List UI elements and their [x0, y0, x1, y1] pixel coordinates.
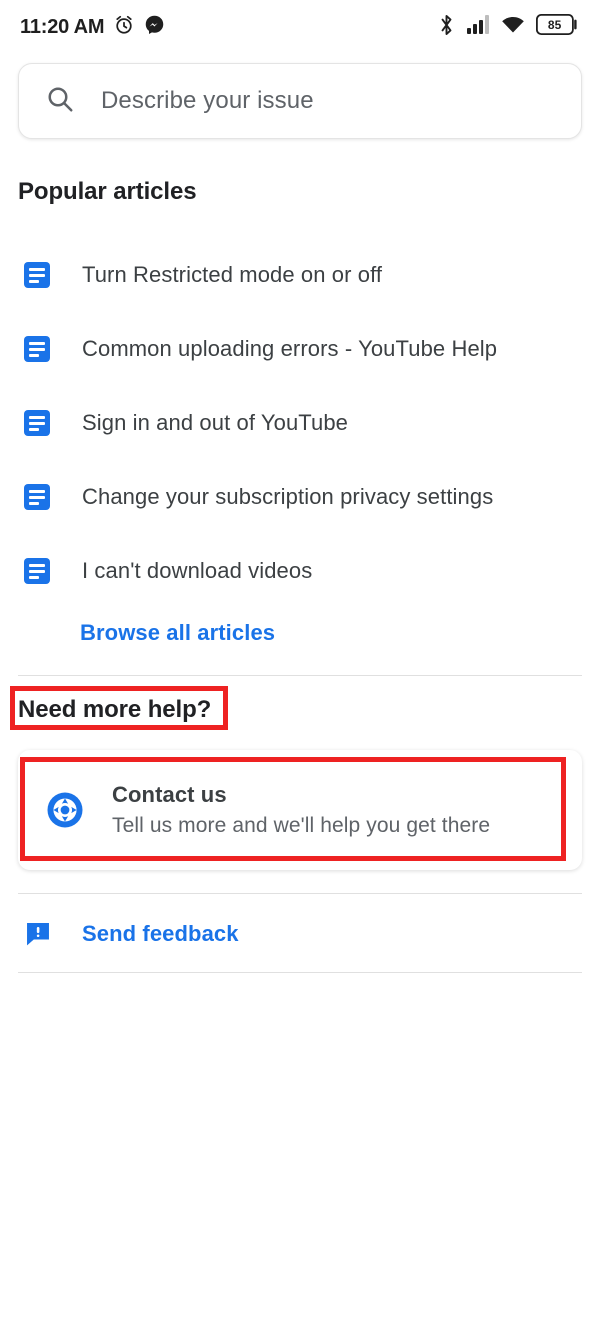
send-feedback-row[interactable]: Send feedback — [24, 910, 239, 958]
article-icon — [24, 336, 50, 362]
status-bar: 11:20 AM 85 — [0, 0, 600, 54]
wifi-icon — [501, 15, 525, 39]
search-placeholder-text: Describe your issue — [101, 87, 314, 114]
article-row[interactable]: Common uploading errors - YouTube Help — [0, 312, 600, 386]
article-row[interactable]: Sign in and out of YouTube — [0, 386, 600, 460]
divider — [18, 893, 582, 894]
article-title: Sign in and out of YouTube — [82, 410, 349, 435]
status-bar-left: 11:20 AM — [20, 14, 165, 41]
article-icon — [24, 262, 50, 288]
divider — [18, 972, 582, 973]
article-row[interactable]: Change your subscription privacy setting… — [0, 460, 600, 534]
alarm-clock-icon — [113, 14, 135, 41]
status-bar-right: 85 — [437, 13, 578, 41]
send-feedback-label: Send feedback — [82, 921, 239, 946]
article-title: I can't download videos — [82, 558, 313, 583]
article-title: Common uploading errors - YouTube Help — [82, 336, 498, 361]
battery-icon: 85 — [535, 13, 578, 40]
contact-us-text-group: Contact us Tell us more and we'll help y… — [112, 781, 490, 839]
article-row[interactable]: Turn Restricted mode on or off — [0, 238, 600, 312]
popular-articles-heading: Popular articles — [18, 178, 197, 205]
contact-us-title: Contact us — [112, 782, 227, 808]
browse-all-articles-link[interactable]: Browse all articles — [80, 620, 275, 646]
article-row[interactable]: I can't download videos — [0, 534, 600, 608]
feedback-speech-bubble-icon — [24, 920, 52, 948]
messenger-icon — [144, 14, 165, 40]
support-lifebuoy-icon — [44, 789, 86, 831]
divider — [18, 675, 582, 676]
cellular-signal-icon — [467, 15, 490, 39]
search-icon — [45, 84, 75, 119]
search-input[interactable]: Describe your issue — [18, 63, 582, 139]
article-title: Change your subscription privacy setting… — [82, 484, 494, 509]
article-title: Turn Restricted mode on or off — [82, 262, 383, 287]
help-center-screen: 11:20 AM 85 Describe your issue Popular … — [0, 0, 600, 1341]
popular-articles-list: Turn Restricted mode on or off Common up… — [0, 238, 600, 608]
contact-us-card[interactable]: Contact us Tell us more and we'll help y… — [18, 750, 582, 870]
need-more-help-heading: Need more help? — [18, 696, 212, 723]
status-bar-clock: 11:20 AM — [20, 15, 105, 38]
article-icon — [24, 558, 50, 584]
bluetooth-icon — [437, 14, 456, 41]
contact-us-subtitle: Tell us more and we'll help you get ther… — [112, 813, 491, 837]
article-icon — [24, 484, 50, 510]
battery-level-text: 85 — [548, 18, 562, 32]
article-icon — [24, 410, 50, 436]
